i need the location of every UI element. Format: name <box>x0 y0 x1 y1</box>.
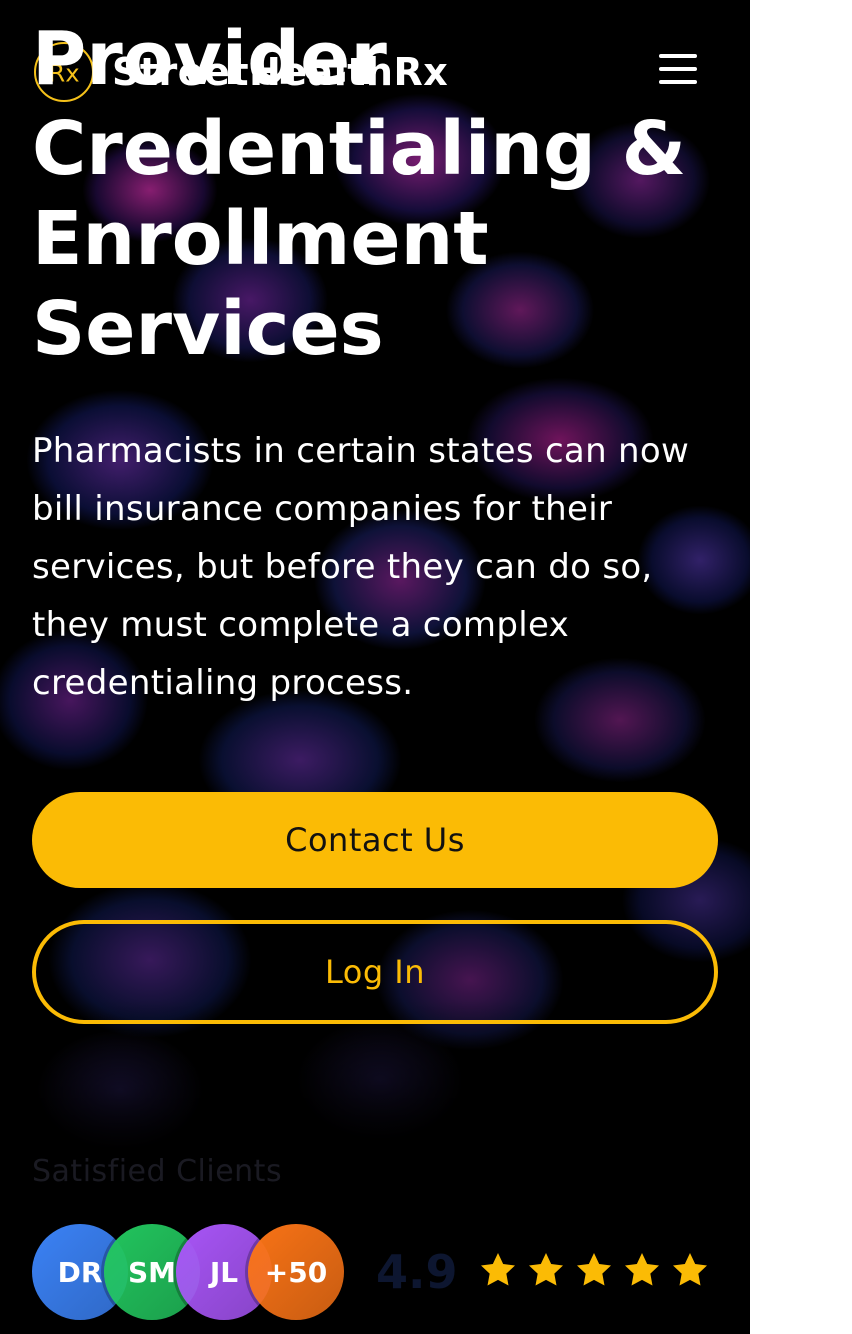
avatar-more-count: +50 <box>248 1224 344 1320</box>
hero-description: Pharmacists in certain states can now bi… <box>32 431 690 703</box>
log-in-button[interactable]: Log In <box>32 920 718 1024</box>
star-icon <box>577 1253 611 1286</box>
page-title: Provider Credentialing & Enrollment Serv… <box>32 16 687 372</box>
star-icon <box>625 1253 659 1286</box>
star-icon <box>481 1253 515 1286</box>
avatar-initials: SM <box>127 1255 177 1289</box>
avatar-initials: +50 <box>264 1255 328 1289</box>
star-icon <box>529 1253 563 1286</box>
contact-us-button[interactable]: Contact Us <box>32 792 718 888</box>
avatar-initials: JL <box>209 1255 239 1289</box>
star-icon <box>673 1253 707 1286</box>
avatar-initials: DR <box>57 1255 103 1289</box>
satisfied-clients-label: Satisfied Clients <box>32 1154 283 1189</box>
rating-value: 4.9 <box>376 1245 458 1299</box>
rating-stars <box>478 1250 718 1290</box>
